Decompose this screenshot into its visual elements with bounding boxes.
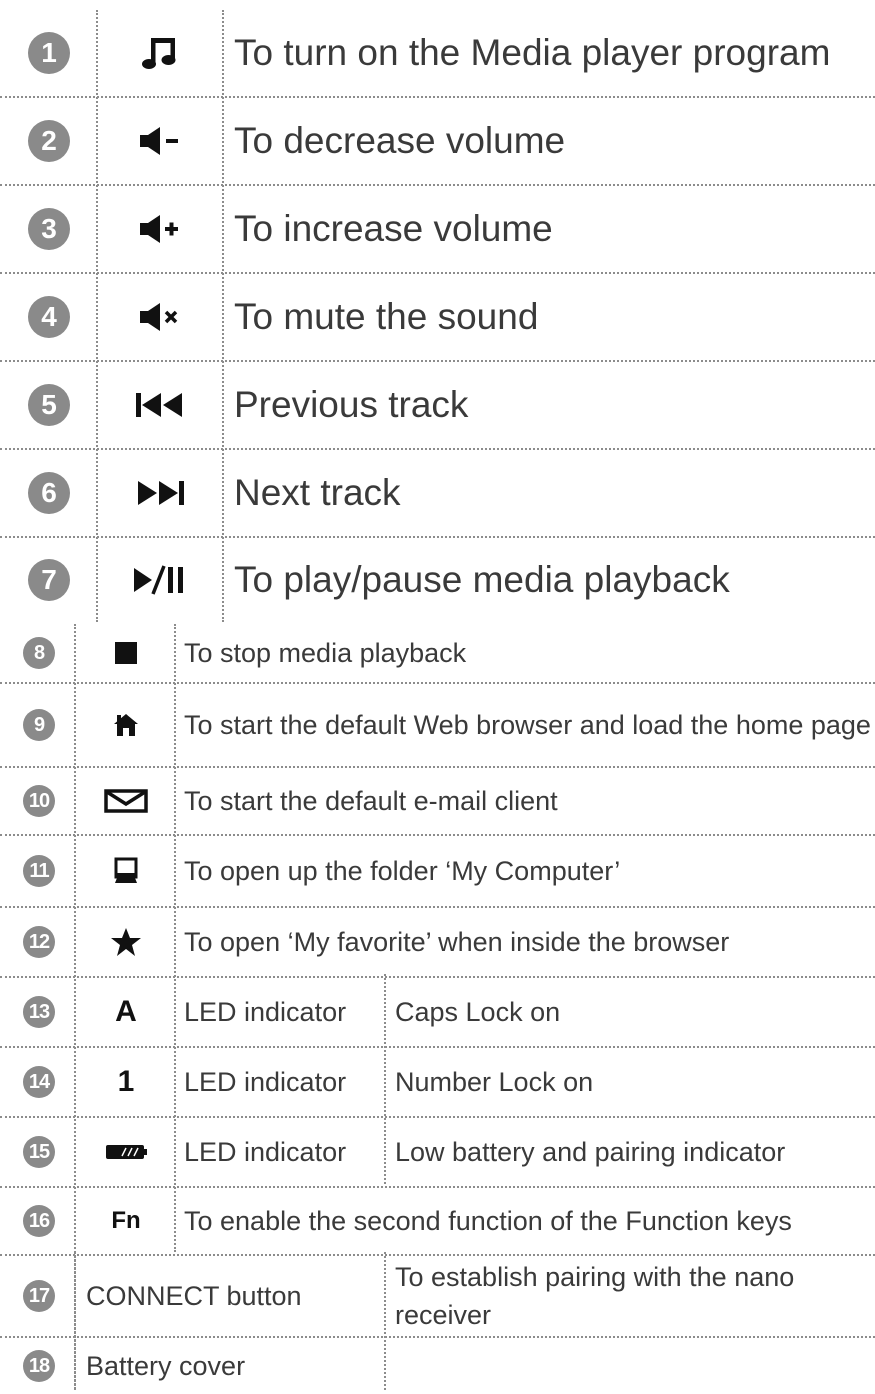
row-description <box>395 1338 855 1394</box>
row-number: 15 <box>23 1136 55 1168</box>
fn-key-icon: Fn <box>78 1188 174 1254</box>
connect-button-label: CONNECT button <box>86 1280 302 1311</box>
volume-mute-icon <box>100 274 220 360</box>
star-icon <box>78 908 174 976</box>
row-number: 18 <box>23 1350 55 1382</box>
top-key-table: 1 To turn on the Media player program 2 … <box>0 10 875 622</box>
row-description: To increase volume <box>234 208 553 249</box>
row-number: 5 <box>28 384 70 426</box>
row-number: 11 <box>23 855 55 887</box>
bottom-row-17: 17 CONNECT button To establish pairing w… <box>0 1256 875 1338</box>
led-indicator-label: LED indicator <box>184 1136 347 1167</box>
row-description: To start the default e-mail client <box>184 786 558 816</box>
row-number: 3 <box>28 208 70 250</box>
row-description: To establish pairing with the nano recei… <box>395 1262 795 1330</box>
row-description: To turn on the Media player program <box>234 32 831 73</box>
volume-down-icon <box>100 98 220 184</box>
music-note-icon <box>100 10 220 96</box>
volume-up-icon <box>100 186 220 272</box>
caps-lock-letter: A <box>115 995 137 1028</box>
row-number: 16 <box>23 1205 55 1237</box>
row-description: To open ‘My favorite’ when inside the br… <box>184 927 730 957</box>
row-number: 13 <box>23 996 55 1028</box>
computer-icon <box>78 836 174 906</box>
bottom-row-14: 14 1 LED indicator Number Lock on <box>0 1048 875 1118</box>
top-row-3: 3 To increase volume <box>0 186 875 274</box>
row-description: To enable the second function of the Fun… <box>184 1206 792 1236</box>
battery-icon <box>78 1118 174 1186</box>
row-number: 6 <box>28 472 70 514</box>
row-number: 17 <box>23 1280 55 1312</box>
top-row-5: 5 Previous track <box>0 362 875 450</box>
row-description: Number Lock on <box>395 1066 594 1097</box>
top-row-6: 6 Next track <box>0 450 875 538</box>
bottom-row-15: 15 LED indicator Low battery and pairing… <box>0 1118 875 1188</box>
row-number: 10 <box>23 785 55 817</box>
row-description: To decrease volume <box>234 120 566 161</box>
top-row-4: 4 To mute the sound <box>0 274 875 362</box>
bottom-row-16: 16 Fn To enable the second function of t… <box>0 1188 875 1256</box>
row-description: To play/pause media playback <box>234 559 730 600</box>
caps-lock-icon: A <box>78 978 174 1046</box>
number-lock-digit: 1 <box>117 1065 135 1098</box>
stop-icon <box>78 624 174 682</box>
top-row-7: 7 To play/pause media playback <box>0 538 875 622</box>
row-description: To stop media playback <box>184 638 467 668</box>
row-description: Next track <box>234 472 401 513</box>
home-icon <box>78 684 174 766</box>
row-number: 9 <box>23 709 55 741</box>
row-number: 8 <box>23 637 55 669</box>
row-description: To mute the sound <box>234 296 539 337</box>
bottom-row-12: 12 To open ‘My favorite’ when inside the… <box>0 908 875 978</box>
mail-icon <box>78 768 174 834</box>
row-description: To start the default Web browser and loa… <box>184 710 871 740</box>
battery-cover-label: Battery cover <box>86 1350 246 1381</box>
led-indicator-label: LED indicator <box>184 1066 347 1097</box>
next-track-icon <box>100 450 220 536</box>
play-pause-icon <box>100 538 220 622</box>
row-number: 14 <box>23 1066 55 1098</box>
bottom-row-11: 11 To open up the folder ‘My Computer’ <box>0 836 875 908</box>
row-number: 2 <box>28 120 70 162</box>
bottom-row-13: 13 A LED indicator Caps Lock on <box>0 978 875 1048</box>
row-description: To open up the folder ‘My Computer’ <box>184 856 621 886</box>
row-number: 7 <box>28 559 70 601</box>
top-row-1: 1 To turn on the Media player program <box>0 10 875 98</box>
bottom-row-18: 18 Battery cover <box>0 1338 875 1394</box>
top-row-2: 2 To decrease volume <box>0 98 875 186</box>
bottom-row-10: 10 To start the default e-mail client <box>0 768 875 836</box>
led-indicator-label: LED indicator <box>184 996 347 1027</box>
row-number: 12 <box>23 926 55 958</box>
previous-track-icon <box>100 362 220 448</box>
fn-key-label: Fn <box>111 1207 141 1234</box>
row-description: Low battery and pairing indicator <box>395 1136 786 1167</box>
row-number: 1 <box>28 32 70 74</box>
number-lock-icon: 1 <box>78 1048 174 1116</box>
bottom-row-8: 8 To stop media playback <box>0 624 875 684</box>
bottom-row-9: 9 To start the default Web browser and l… <box>0 684 875 768</box>
row-description: Previous track <box>234 384 469 425</box>
bottom-key-table: 8 To stop media playback 9 To start the … <box>0 624 875 1394</box>
row-number: 4 <box>28 296 70 338</box>
row-description: Caps Lock on <box>395 996 561 1027</box>
